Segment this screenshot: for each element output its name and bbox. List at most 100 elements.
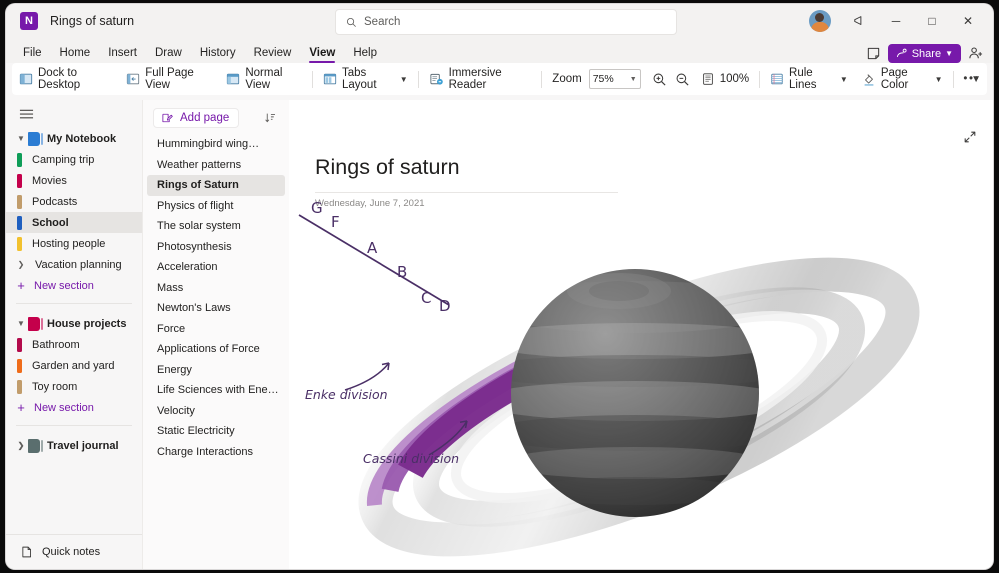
page-list-item[interactable]: The solar system [147, 216, 285, 237]
ring-label-g: G [311, 199, 323, 217]
page-color-button[interactable]: Page Color ▼ [855, 67, 950, 91]
chevron-right-icon[interactable]: ❯ [14, 441, 28, 450]
notebook-travel-journal[interactable]: ❯ Travel journal [6, 435, 142, 456]
page-list-item[interactable]: Mass [147, 278, 285, 299]
avatar[interactable] [809, 10, 831, 32]
zoom-in-button[interactable] [648, 67, 671, 91]
sidebar-divider [16, 425, 132, 426]
ribbon-tab-review[interactable]: Review [245, 47, 301, 63]
zoom-level-select[interactable]: 75% ▼ [589, 69, 641, 89]
full-page-view-button[interactable]: Full Page View [119, 67, 219, 91]
notebook-label: House projects [47, 318, 126, 330]
sticky-note-icon[interactable] [866, 46, 881, 61]
add-page-button[interactable]: Add page [153, 108, 239, 128]
person-add-icon[interactable] [968, 46, 983, 61]
normal-view-button[interactable]: Normal View [219, 67, 309, 91]
maximize-button[interactable]: □ [915, 6, 949, 36]
note-canvas[interactable]: Search notes Rings of saturn Wednesday, … [289, 100, 993, 569]
navigation-toggle-button[interactable] [6, 100, 142, 126]
dock-to-desktop-button[interactable]: Dock to Desktop [12, 67, 119, 91]
onenote-window: N Rings of saturn Search ─ □ ✕ FileHomeI… [6, 4, 993, 569]
new-section-button[interactable]: +New section [6, 275, 142, 296]
ribbon-tab-file[interactable]: File [14, 47, 51, 63]
notebook-group: ❯ Travel journal [6, 433, 142, 456]
quick-notes-button[interactable]: Quick notes [6, 534, 142, 569]
add-page-icon [161, 112, 173, 124]
ribbon-tab-history[interactable]: History [191, 47, 245, 63]
page-list-item[interactable]: Energy [147, 360, 285, 381]
sidebar-section-movies[interactable]: Movies [6, 170, 142, 191]
page-list-item[interactable]: Force [147, 319, 285, 340]
expand-page-icon[interactable] [963, 130, 977, 144]
page-list-item[interactable]: Physics of flight [147, 196, 285, 217]
page-list-item[interactable]: Hummingbird wing… [147, 134, 285, 155]
minimize-button[interactable]: ─ [879, 6, 913, 36]
global-search-box[interactable]: Search [335, 9, 677, 35]
avatar-body [811, 22, 829, 32]
feedback-icon[interactable] [843, 6, 877, 36]
sidebar-section-toy-room[interactable]: Toy room [6, 376, 142, 397]
sidebar-section-bathroom[interactable]: Bathroom [6, 334, 142, 355]
notebook-my-notebook[interactable]: ▼My Notebook [6, 128, 142, 149]
chevron-down-icon[interactable]: ▼ [14, 319, 28, 328]
sidebar-section-camping-trip[interactable]: Camping trip [6, 149, 142, 170]
sidebar-section-hosting-people[interactable]: Hosting people [6, 233, 142, 254]
ribbon-separator [953, 71, 954, 88]
zoom-in-icon [652, 72, 667, 87]
page-list-item[interactable]: Charge Interactions [147, 442, 285, 463]
ribbon-tab-home[interactable]: Home [51, 47, 100, 63]
sidebar-section-garden-and-yard[interactable]: Garden and yard [6, 355, 142, 376]
page-list-item[interactable]: Applications of Force [147, 339, 285, 360]
notebook-house-projects[interactable]: ▼ House projects [6, 313, 142, 334]
avatar-head [815, 13, 824, 22]
sidebar-section-vacation-planning[interactable]: ❯Vacation planning [6, 254, 142, 275]
ribbon-tab-help[interactable]: Help [344, 47, 386, 63]
ribbon-tab-view[interactable]: View [300, 47, 344, 63]
close-button[interactable]: ✕ [951, 6, 985, 36]
tabs-layout-button[interactable]: Tabs Layout ▼ [316, 67, 415, 91]
saturn-diagram: GFABCD Enke division Cassini division [289, 195, 993, 569]
page-list-item[interactable]: Static Electricity [147, 421, 285, 442]
section-color-icon [17, 174, 22, 188]
section-color-icon [17, 380, 22, 394]
zoom-out-button[interactable] [671, 67, 694, 91]
plus-icon: + [14, 278, 28, 293]
sidebar-section-school[interactable]: School [6, 212, 142, 233]
ribbon-tab-strip: FileHomeInsertDrawHistoryReviewViewHelp [6, 38, 993, 63]
ribbon-separator [312, 71, 313, 88]
section-label: Toy room [32, 381, 77, 393]
page-color-icon [862, 72, 876, 87]
page-title[interactable]: Rings of saturn [315, 155, 460, 180]
chevron-down-icon[interactable]: ▼ [14, 134, 28, 143]
notebook-label: Travel journal [47, 440, 119, 452]
ring-label-a: A [367, 239, 378, 257]
collapse-ribbon-button[interactable]: ▼ [971, 74, 981, 85]
page-list-item[interactable]: Photosynthesis [147, 237, 285, 258]
plus-icon: + [14, 400, 28, 415]
share-button[interactable]: Share ▼ [888, 44, 961, 63]
page-list-item[interactable]: Rings of Saturn [147, 175, 285, 196]
titlebar-right-controls: ─ □ ✕ [809, 4, 985, 38]
chevron-down-icon: ▼ [400, 75, 408, 84]
sort-pages-icon[interactable] [264, 112, 277, 125]
immersive-reader-button[interactable]: Immersive Reader [422, 67, 539, 91]
sidebar-divider [16, 303, 132, 304]
normal-view-label: Normal View [245, 67, 302, 91]
page-list-item[interactable]: Newton's Laws [147, 298, 285, 319]
rule-lines-button[interactable]: Rule Lines ▼ [763, 67, 855, 91]
ribbon-tab-insert[interactable]: Insert [99, 47, 146, 63]
sidebar-section-podcasts[interactable]: Podcasts [6, 191, 142, 212]
page-list-header: Add page [143, 100, 289, 134]
annotation-enke-division: Enke division [305, 387, 388, 402]
ribbon-separator [541, 71, 542, 88]
page-list-item[interactable]: Weather patterns [147, 155, 285, 176]
page-list-item[interactable]: Life Sciences with Ene… [147, 380, 285, 401]
page-list-item[interactable]: Acceleration [147, 257, 285, 278]
chevron-down-icon: ▼ [630, 76, 637, 83]
new-section-label: New section [34, 402, 94, 414]
new-section-button[interactable]: + New section [6, 397, 142, 418]
page-width-button[interactable]: 100% [694, 67, 756, 91]
ribbon-tab-draw[interactable]: Draw [146, 47, 191, 63]
annotation-cassini-division: Cassini division [363, 451, 459, 466]
page-list-item[interactable]: Velocity [147, 401, 285, 422]
